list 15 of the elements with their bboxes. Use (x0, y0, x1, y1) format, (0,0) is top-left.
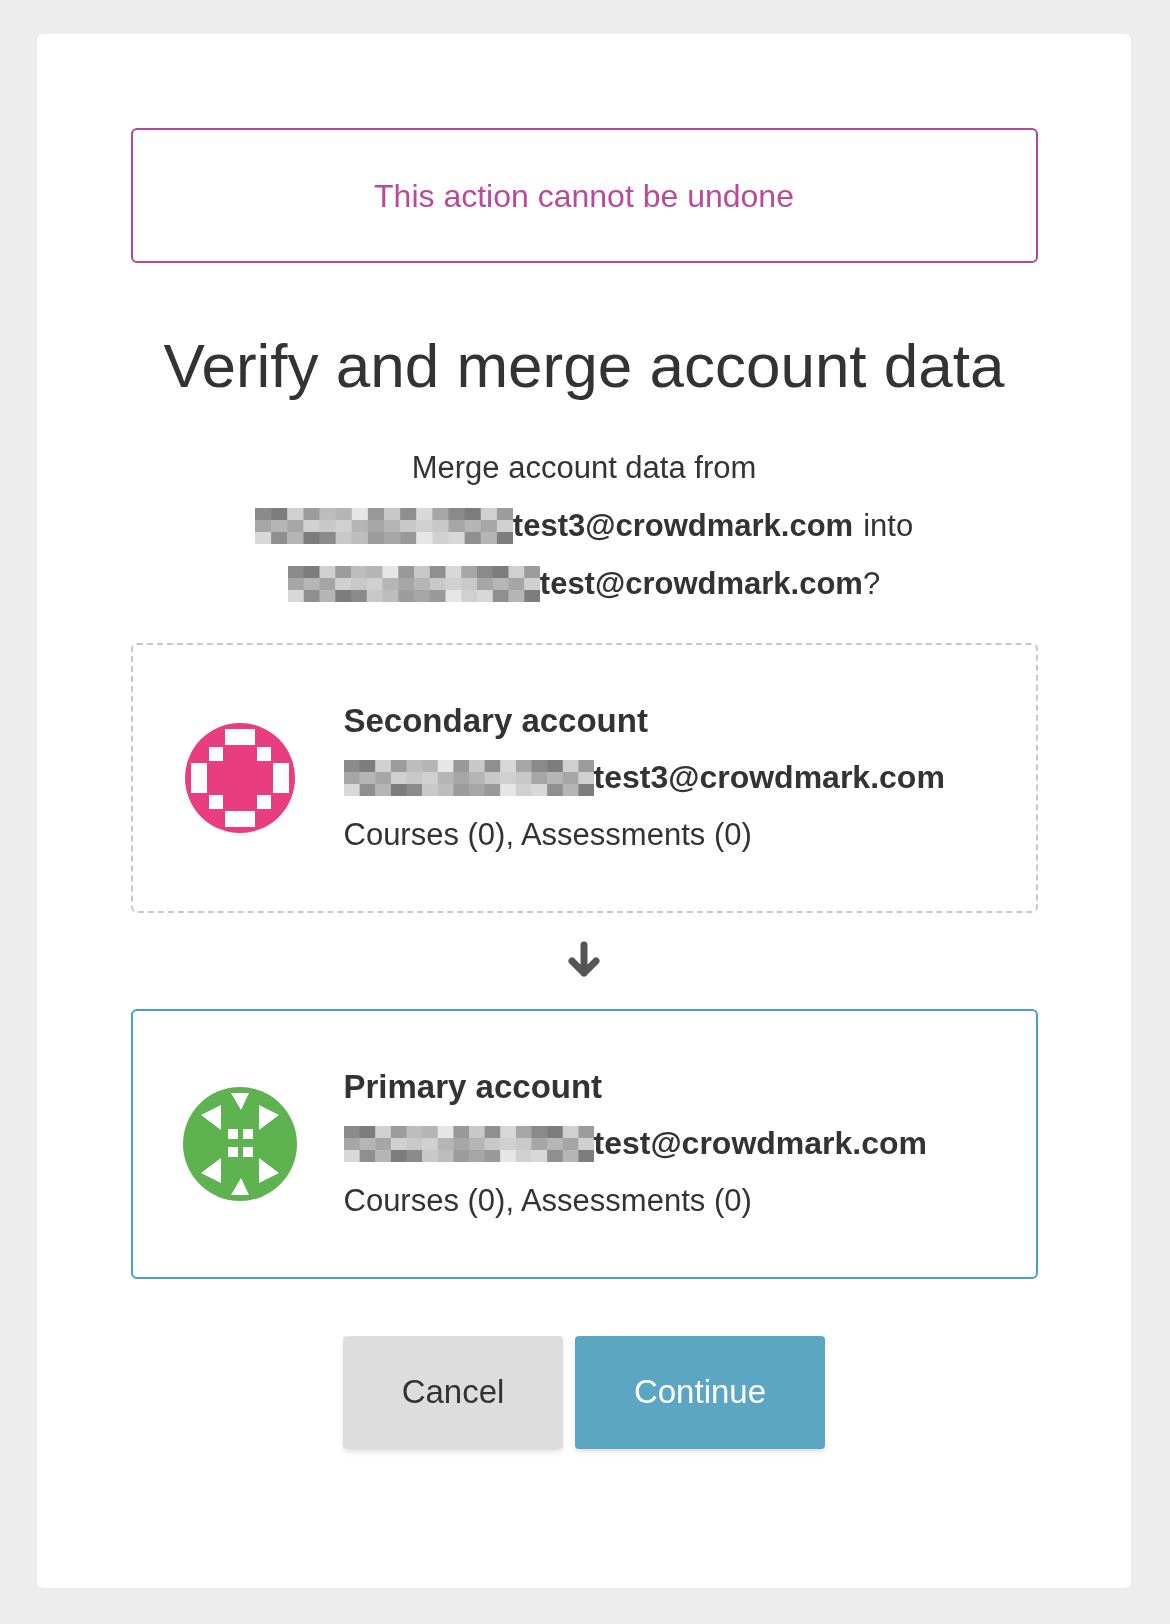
dialog-title: Verify and merge account data (163, 330, 1005, 402)
merge-message: Merge account data from (411, 448, 757, 487)
email-text: test@crowdmark.com (539, 564, 863, 603)
account-email: test3@crowdmark.com (593, 758, 945, 797)
cancel-button[interactable]: Cancel (343, 1335, 563, 1449)
connector-text: into (863, 506, 914, 545)
warning-text: This action cannot be undone (374, 176, 794, 216)
account-summary: Courses (0), Assessments (0) (343, 1182, 753, 1220)
question-mark-text: ? (862, 564, 881, 603)
account-summary: Courses (0), Assessments (0) (343, 816, 753, 854)
email-text: test3@crowdmark.com (512, 506, 854, 545)
account-label: Secondary account (343, 701, 649, 741)
account-label: Primary account (343, 1067, 604, 1107)
avatar-pattern-icon (180, 1084, 299, 1203)
account-email: test@crowdmark.com (593, 1124, 928, 1163)
